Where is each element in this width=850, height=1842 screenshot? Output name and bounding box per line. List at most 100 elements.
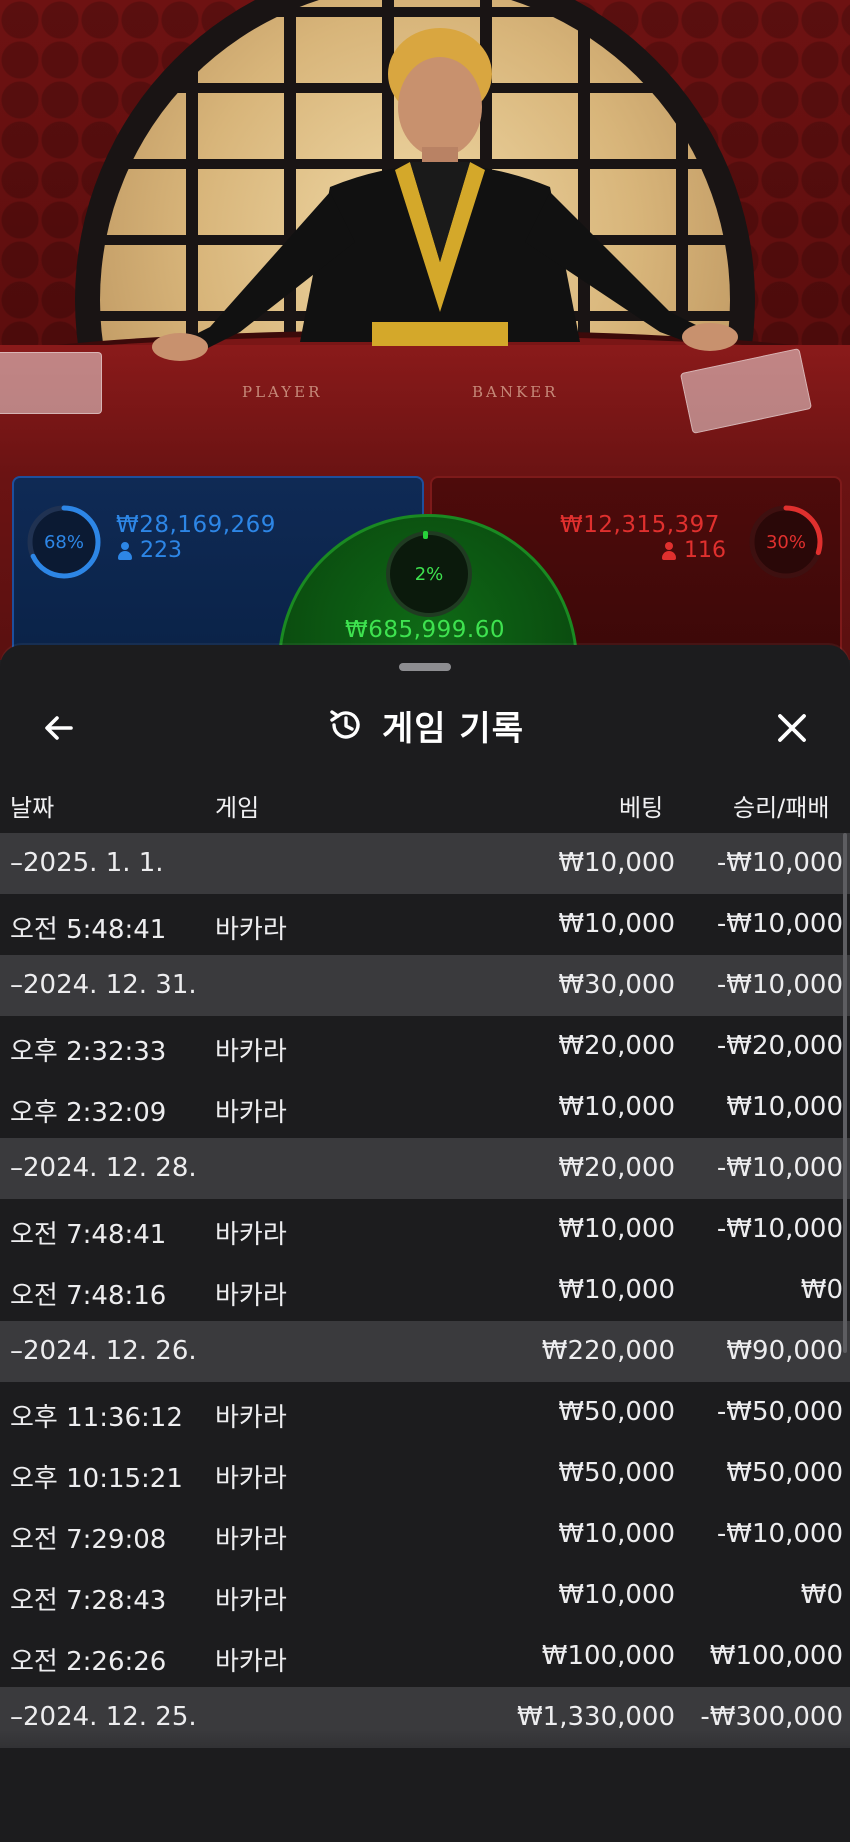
bet-cell: ₩10,000 — [558, 1214, 675, 1244]
history-row[interactable]: 오전 5:48:41 바카라 ₩10,000 -₩10,000 — [0, 894, 850, 955]
time-cell: 오후 10:15:21 — [10, 1464, 183, 1494]
game-cell: 바카라 — [215, 1464, 287, 1494]
history-row[interactable]: 오후 10:15:21 바카라 ₩50,000 ₩50,000 — [0, 1443, 850, 1504]
banker-count-value: 116 — [684, 538, 726, 563]
arrow-left-icon — [45, 716, 73, 740]
game-cell: 바카라 — [215, 1098, 287, 1128]
date-group-row[interactable]: –2025. 1. 1. ₩10,000 -₩10,000 — [0, 833, 850, 894]
player-percent: 68% — [43, 531, 84, 553]
banker-percent: 30% — [765, 531, 806, 553]
bet-cell: ₩10,000 — [558, 1092, 675, 1122]
date-cell: –2024. 12. 31. — [10, 970, 197, 1000]
result-cell: ₩90,000 — [726, 1336, 843, 1366]
scrollbar[interactable] — [843, 833, 847, 1353]
result-cell: ₩10,000 — [726, 1092, 843, 1122]
game-cell: 바카라 — [215, 1037, 287, 1067]
history-row[interactable]: 오전 7:48:41 바카라 ₩10,000 -₩10,000 — [0, 1199, 850, 1260]
time-cell: 오후 11:36:12 — [10, 1403, 183, 1433]
history-row[interactable]: 오전 7:28:43 바카라 ₩10,000 ₩0 — [0, 1565, 850, 1626]
history-row[interactable]: 오전 7:29:08 바카라 ₩10,000 -₩10,000 — [0, 1504, 850, 1565]
bet-cell: ₩10,000 — [558, 909, 675, 939]
game-cell: 바카라 — [215, 1525, 287, 1555]
sheet-drag-handle[interactable] — [399, 663, 451, 671]
date-cell: –2024. 12. 26. — [10, 1336, 197, 1366]
back-button[interactable] — [34, 703, 84, 753]
history-list[interactable]: –2025. 1. 1. ₩10,000 -₩10,000 오전 5:48:41 바카라… — [0, 833, 850, 1748]
result-cell: -₩50,000 — [716, 1397, 843, 1427]
bet-cell: ₩20,000 — [558, 1031, 675, 1061]
game-cell: 바카라 — [215, 1647, 287, 1677]
time-cell: 오전 2:26:26 — [10, 1647, 167, 1677]
date-group-row[interactable]: –2024. 12. 25. ₩1,330,000 -₩300,000 — [0, 1687, 850, 1748]
result-cell: ₩50,000 — [726, 1458, 843, 1488]
result-cell: -₩20,000 — [716, 1031, 843, 1061]
result-cell: -₩10,000 — [716, 1153, 843, 1183]
result-cell: -₩300,000 — [700, 1702, 843, 1732]
date-cell: –2025. 1. 1. — [10, 848, 164, 878]
time-cell: 오후 2:32:09 — [10, 1098, 167, 1128]
tie-percent: 2% — [414, 563, 444, 585]
game-cell: 바카라 — [215, 1281, 287, 1311]
column-header-game: 게임 — [215, 794, 260, 822]
game-cell: 바카라 — [215, 915, 287, 945]
result-cell: ₩0 — [800, 1275, 843, 1305]
banker-bettor-count: 116 — [662, 538, 726, 563]
time-cell: 오전 7:28:43 — [10, 1586, 167, 1616]
time-cell: 오전 7:29:08 — [10, 1525, 167, 1555]
history-icon — [330, 710, 360, 739]
bet-cell: ₩1,330,000 — [516, 1702, 675, 1732]
date-group-row[interactable]: –2024. 12. 26. ₩220,000 ₩90,000 — [0, 1321, 850, 1382]
history-row[interactable]: 오후 2:32:09 바카라 ₩10,000 ₩10,000 — [0, 1077, 850, 1138]
column-header-result: 승리/패배 — [733, 794, 830, 822]
live-video-feed: PLAYER BANKER 68% ₩28,169,269 223 30% ₩1… — [0, 0, 850, 660]
game-cell: 바카라 — [215, 1403, 287, 1433]
history-row[interactable]: 오후 11:36:12 바카라 ₩50,000 -₩50,000 — [0, 1382, 850, 1443]
date-group-row[interactable]: –2024. 12. 31. ₩30,000 -₩10,000 — [0, 955, 850, 1016]
bet-cell: ₩10,000 — [558, 1580, 675, 1610]
banker-area-label: BANKER — [472, 383, 559, 401]
time-cell: 오전 7:48:16 — [10, 1281, 167, 1311]
sheet-header: 게임 기록 — [0, 685, 850, 765]
tie-total-amount: ₩685,999.60 — [345, 617, 505, 643]
bet-cell: ₩10,000 — [558, 1519, 675, 1549]
sheet-title: 게임 기록 — [0, 685, 850, 765]
result-cell: -₩10,000 — [716, 970, 843, 1000]
date-cell: –2024. 12. 25. — [10, 1702, 197, 1732]
time-cell: 오전 5:48:41 — [10, 915, 167, 945]
result-cell: -₩10,000 — [716, 1519, 843, 1549]
player-total-amount: ₩28,169,269 — [116, 512, 276, 538]
close-icon — [778, 714, 806, 742]
card-shoe-left — [0, 352, 102, 414]
close-button[interactable] — [767, 703, 817, 753]
date-cell: –2024. 12. 28. — [10, 1153, 197, 1183]
time-cell: 오전 7:48:41 — [10, 1220, 167, 1250]
game-history-sheet: 게임 기록 날짜 게임 베팅 승리/패배 –2025. 1. 1. ₩10,000… — [0, 645, 850, 1842]
column-header-bet: 베팅 — [619, 794, 664, 822]
date-group-row[interactable]: –2024. 12. 28. ₩20,000 -₩10,000 — [0, 1138, 850, 1199]
game-cell: 바카라 — [215, 1220, 287, 1250]
history-row[interactable]: 오전 7:48:16 바카라 ₩10,000 ₩0 — [0, 1260, 850, 1321]
bet-cell: ₩50,000 — [558, 1458, 675, 1488]
game-cell: 바카라 — [215, 1586, 287, 1616]
player-count-value: 223 — [140, 538, 182, 563]
result-cell: ₩0 — [800, 1580, 843, 1610]
time-cell: 오후 2:32:33 — [10, 1037, 167, 1067]
bet-cell: ₩100,000 — [541, 1641, 675, 1671]
history-row[interactable]: 오후 2:32:33 바카라 ₩20,000 -₩20,000 — [0, 1016, 850, 1077]
player-bettor-count: 223 — [118, 538, 182, 563]
result-cell: -₩10,000 — [716, 1214, 843, 1244]
bet-cell: ₩50,000 — [558, 1397, 675, 1427]
result-cell: ₩100,000 — [709, 1641, 843, 1671]
dealer-figure — [152, 28, 738, 361]
result-cell: -₩10,000 — [716, 848, 843, 878]
banker-total-amount: ₩12,315,397 — [560, 512, 720, 538]
result-cell: -₩10,000 — [716, 909, 843, 939]
history-row[interactable]: 오전 2:26:26 바카라 ₩100,000 ₩100,000 — [0, 1626, 850, 1687]
bet-cell: ₩20,000 — [558, 1153, 675, 1183]
bet-cell: ₩10,000 — [558, 848, 675, 878]
sheet-title-text: 게임 기록 — [382, 708, 524, 749]
bet-cell: ₩30,000 — [558, 970, 675, 1000]
bet-cell: ₩220,000 — [541, 1336, 675, 1366]
person-icon — [662, 541, 676, 560]
bet-cell: ₩10,000 — [558, 1275, 675, 1305]
